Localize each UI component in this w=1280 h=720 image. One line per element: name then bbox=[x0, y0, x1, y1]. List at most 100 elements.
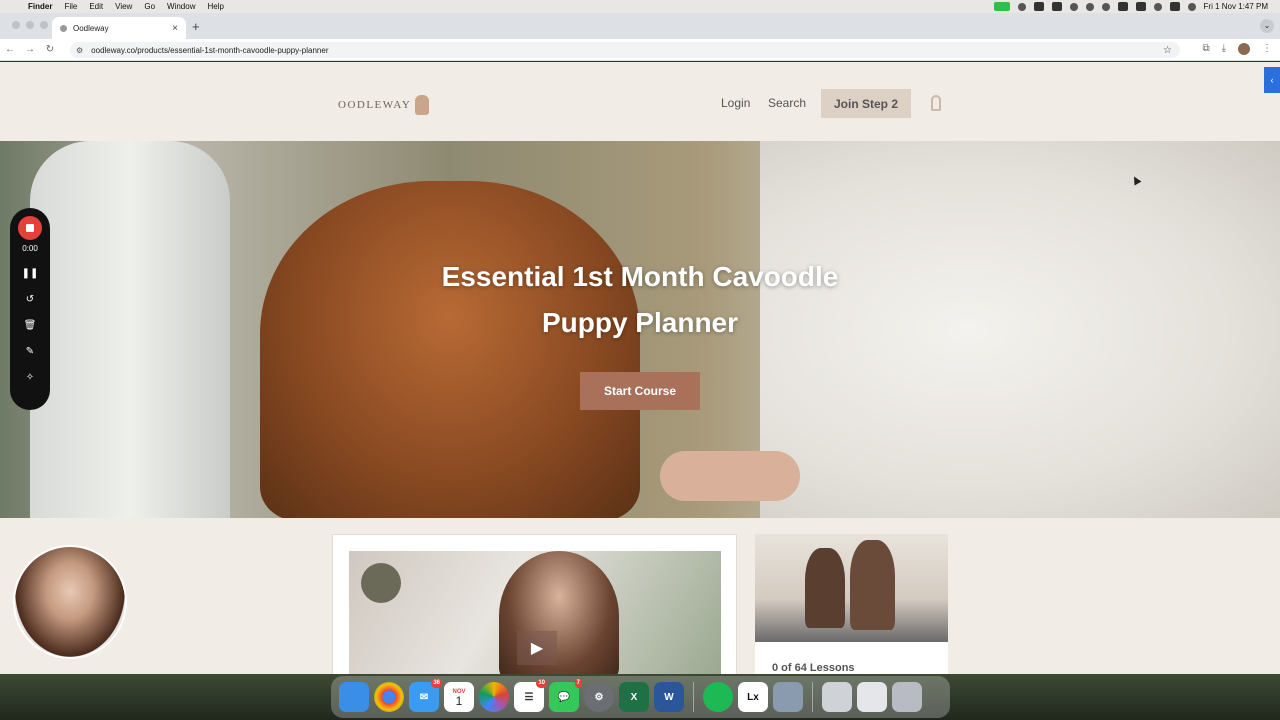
brand-seal-icon bbox=[361, 563, 401, 603]
battery-icon[interactable] bbox=[1135, 2, 1146, 11]
url-text[interactable]: oodleway.co/products/essential-1st-month… bbox=[91, 46, 328, 55]
course-thumbnail bbox=[755, 534, 948, 642]
hero-hand-image bbox=[660, 451, 800, 501]
search-link[interactable]: Search bbox=[768, 96, 806, 110]
downloads-stack-icon[interactable] bbox=[822, 682, 852, 712]
trash-icon[interactable]: 🗑 bbox=[24, 321, 37, 331]
menu-file[interactable]: File bbox=[64, 2, 77, 11]
excel-icon[interactable]: X bbox=[619, 682, 649, 712]
messages-icon[interactable]: 💬 7 bbox=[549, 679, 582, 712]
menu-edit[interactable]: Edit bbox=[89, 2, 103, 11]
mail-badge: 36 bbox=[431, 679, 442, 688]
minimize-window-icon[interactable] bbox=[26, 21, 34, 29]
word-icon[interactable]: W bbox=[654, 682, 684, 712]
close-tab-icon[interactable]: × bbox=[172, 23, 178, 34]
window-controls bbox=[12, 21, 48, 29]
course-progress-card: 0 of 64 Lessons bbox=[755, 534, 948, 674]
profile-avatar[interactable] bbox=[1238, 43, 1250, 55]
preview-icon[interactable] bbox=[773, 682, 803, 712]
recording-timer: 0:00 bbox=[22, 244, 38, 253]
system-settings-icon[interactable]: ⚙ bbox=[584, 682, 614, 712]
new-tab-icon[interactable]: + bbox=[192, 19, 200, 34]
play-icon[interactable]: ▶ bbox=[517, 631, 557, 665]
photos-icon[interactable] bbox=[479, 682, 509, 712]
search-icon[interactable] bbox=[1153, 2, 1162, 11]
reminders-icon[interactable]: ☰ 10 bbox=[514, 679, 547, 712]
bookmark-star-icon[interactable]: ☆ bbox=[1163, 45, 1172, 56]
forward-icon[interactable]: → bbox=[20, 44, 40, 55]
pencil-icon[interactable]: ✎ bbox=[26, 347, 34, 357]
dog-logo-icon bbox=[415, 95, 430, 115]
login-link[interactable]: Login bbox=[721, 96, 750, 110]
wifi-icon[interactable] bbox=[1117, 2, 1128, 11]
menu-window[interactable]: Window bbox=[167, 2, 195, 11]
spotify-icon[interactable] bbox=[703, 682, 733, 712]
start-course-button[interactable]: Start Course bbox=[580, 372, 700, 410]
browser-tab[interactable]: Oodleway × bbox=[52, 17, 186, 39]
extensions-icon[interactable]: ⧉ bbox=[1202, 43, 1209, 55]
back-icon[interactable]: ← bbox=[0, 44, 20, 55]
calendar-icon[interactable]: NOV 1 bbox=[444, 682, 474, 712]
site-header: OODLEWAY Login Search Join Step 2 ‹ bbox=[0, 62, 1280, 141]
download-icon[interactable]: ⤓ bbox=[1222, 43, 1226, 55]
lessons-progress: 0 of 64 Lessons bbox=[772, 662, 855, 674]
menu-help[interactable]: Help bbox=[207, 2, 223, 11]
close-window-icon[interactable] bbox=[12, 21, 20, 29]
hero-title: Essential 1st Month Cavoodle Puppy Plann… bbox=[0, 254, 1280, 346]
person-image bbox=[850, 540, 895, 630]
facetime-icon[interactable] bbox=[993, 2, 1010, 11]
browser-menu-icon[interactable]: ⋮ bbox=[1262, 43, 1272, 55]
logo-text: OODLEWAY bbox=[338, 99, 412, 111]
site-logo[interactable]: OODLEWAY bbox=[338, 95, 430, 115]
course-content-section: ▶ 0 of 64 Lessons bbox=[0, 518, 1280, 674]
address-bar[interactable]: ⚙ oodleway.co/products/essential-1st-mon… bbox=[70, 42, 1180, 58]
effects-icon[interactable]: ✧ bbox=[26, 373, 34, 383]
chrome-icon[interactable] bbox=[374, 682, 404, 712]
menubar: Finder File Edit View Go Window Help Fri… bbox=[0, 0, 1280, 13]
video-thumbnail[interactable]: ▶ bbox=[349, 551, 721, 674]
menu-view[interactable]: View bbox=[115, 2, 132, 11]
trash-bin-icon[interactable] bbox=[892, 682, 922, 712]
control-center-icon[interactable] bbox=[1169, 2, 1180, 11]
join-step-2-button[interactable]: Join Step 2 bbox=[821, 89, 911, 118]
reminders-badge: 10 bbox=[536, 679, 547, 688]
favicon-icon bbox=[60, 24, 67, 32]
menu-app-finder[interactable]: Finder bbox=[28, 2, 52, 11]
browser-tabbar: Oodleway × + ⌄ bbox=[0, 13, 1280, 39]
webcam-bubble[interactable] bbox=[13, 545, 127, 659]
finder-icon[interactable] bbox=[339, 682, 369, 712]
screen-icon[interactable] bbox=[1051, 2, 1062, 11]
messages-badge: 7 bbox=[574, 679, 582, 688]
moon-icon[interactable] bbox=[1069, 2, 1078, 11]
reload-icon[interactable]: ↻ bbox=[40, 44, 60, 55]
siri-icon[interactable] bbox=[1187, 2, 1196, 11]
lx-app-icon[interactable]: Lx bbox=[738, 682, 768, 712]
hero-title-line1: Essential 1st Month Cavoodle bbox=[441, 261, 839, 292]
tab-search-icon[interactable]: ⌄ bbox=[1260, 19, 1274, 33]
browser-toolbar: ← → ↻ ⚙ oodleway.co/products/essential-1… bbox=[0, 39, 1280, 61]
side-panel-tab[interactable]: ‹ bbox=[1264, 67, 1280, 93]
site-info-icon[interactable]: ⚙ bbox=[76, 46, 83, 55]
hero-puppy-image bbox=[260, 181, 640, 518]
clock-icon[interactable] bbox=[1101, 2, 1110, 11]
mail-icon[interactable]: ✉ 36 bbox=[409, 679, 442, 712]
stop-recording-button[interactable] bbox=[18, 216, 42, 240]
dock: ✉ 36 NOV 1 ☰ 10 💬 7 ⚙ X W Lx bbox=[331, 676, 950, 718]
menubar-status-area: Fri 1 Nov 1:47 PM bbox=[993, 2, 1280, 11]
documents-stack-icon[interactable] bbox=[857, 682, 887, 712]
cloud-icon[interactable] bbox=[1033, 2, 1044, 11]
zoom-window-icon[interactable] bbox=[40, 21, 48, 29]
intro-video-card: ▶ bbox=[332, 534, 737, 674]
gear-icon[interactable] bbox=[1017, 2, 1026, 11]
menu-go[interactable]: Go bbox=[144, 2, 155, 11]
web-page: OODLEWAY Login Search Join Step 2 ‹ Esse… bbox=[0, 62, 1280, 674]
pause-icon[interactable]: ❚❚ bbox=[22, 269, 39, 279]
hero-banner: Essential 1st Month Cavoodle Puppy Plann… bbox=[0, 141, 1280, 518]
play-icon[interactable] bbox=[1085, 2, 1094, 11]
dock-separator bbox=[812, 682, 813, 712]
restart-icon[interactable]: ↺ bbox=[26, 295, 34, 305]
account-icon[interactable] bbox=[931, 95, 941, 111]
hero-title-line2: Puppy Planner bbox=[541, 307, 739, 338]
menubar-clock[interactable]: Fri 1 Nov 1:47 PM bbox=[1204, 2, 1268, 11]
toolbar-right: ⧉ ⤓ ⋮ bbox=[1202, 43, 1272, 55]
